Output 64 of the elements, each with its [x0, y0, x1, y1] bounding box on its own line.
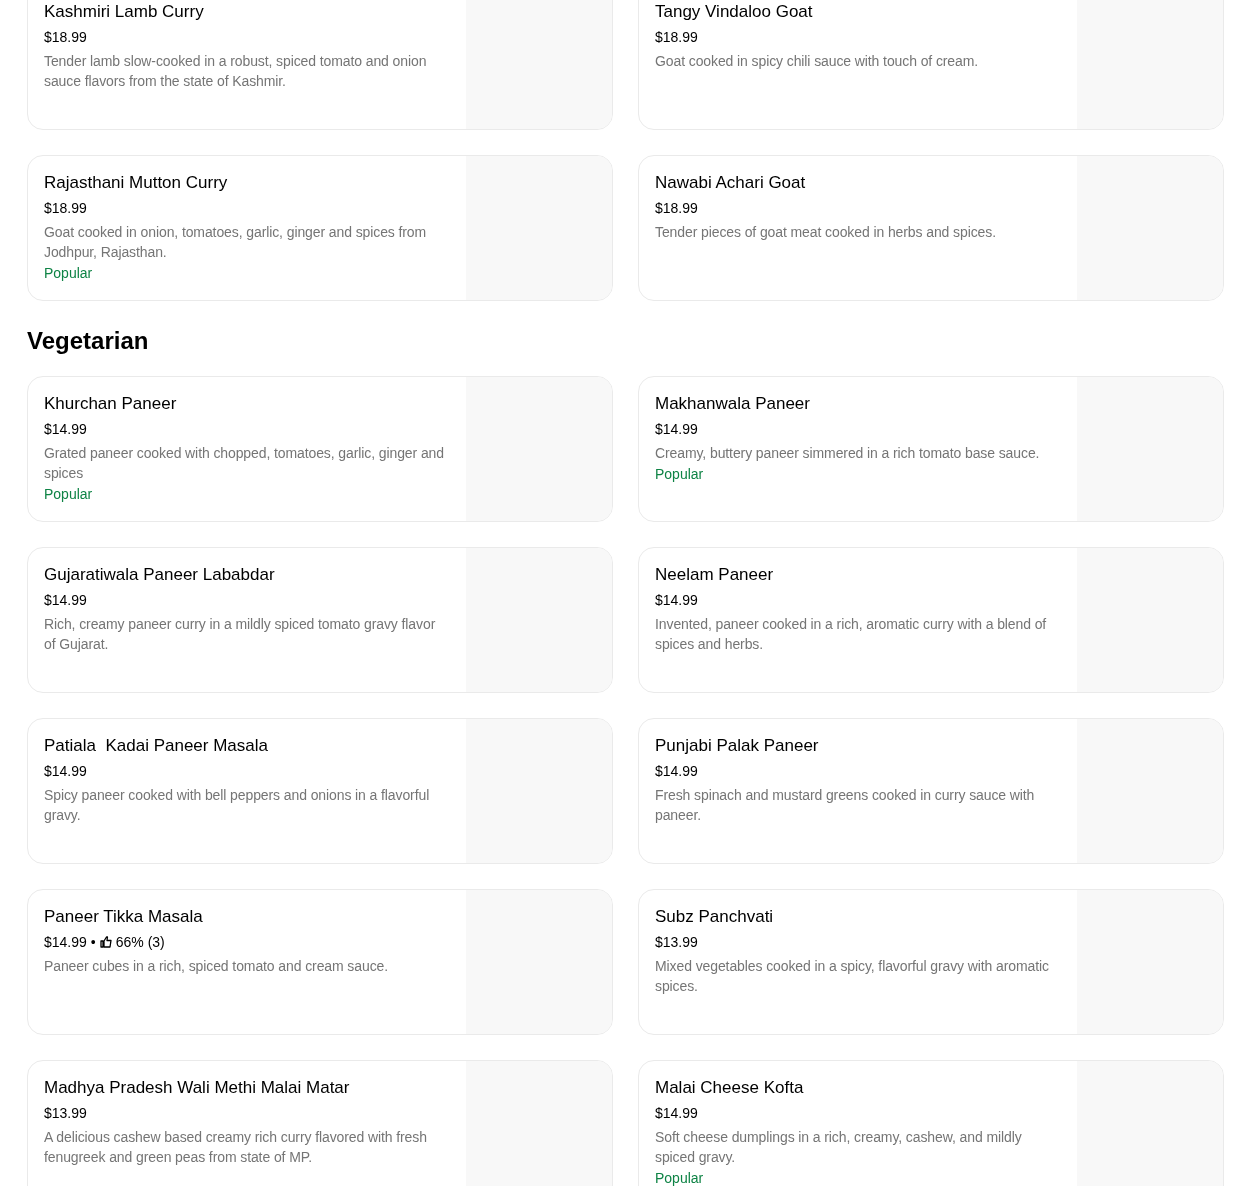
item-name: Subz Panchvati: [655, 906, 775, 928]
item-name: Tangy Vindaloo Goat: [655, 1, 814, 23]
menu-item-card[interactable]: Neelam Paneer $14.99 Invented, paneer cooked in a rich, aromatic curry with a blend of spices and herbs.: [638, 547, 1224, 693]
popular-label: Popular: [655, 465, 705, 484]
popular-label: Popular: [44, 485, 94, 504]
item-name: Patiala Kadai Paneer Masala: [44, 735, 269, 757]
item-name: Kashmiri Lamb Curry: [44, 1, 205, 23]
menu-item-card[interactable]: Subz Panchvati $13.99 Mixed vegetables cooked in a spicy, flavorful gravy with aromatic spices.: [638, 889, 1224, 1035]
menu-item-card[interactable]: Madhya Pradesh Wali Methi Malai Matar $13.99 A delicious cashew based creamy rich curry flavored with fresh fenugreek and green peas from state of MP.: [27, 1060, 613, 1186]
item-description: Rich, creamy paneer curry in a mildly spiced tomato gravy flavor of Gujarat.: [44, 615, 437, 654]
item-price: $14.99: [655, 1104, 698, 1123]
item-name: Paneer Tikka Masala: [44, 906, 204, 928]
menu-item-card[interactable]: Gujaratiwala Paneer Lababdar $14.99 Rich, creamy paneer curry in a mildly spiced tomato gravy flavor of Gujarat.: [27, 547, 613, 693]
item-price: $18.99: [44, 199, 87, 218]
item-description: Paneer cubes in a rich, spiced tomato and cream sauce.: [44, 957, 389, 976]
item-price: $14.99: [44, 933, 87, 952]
menu-item-card[interactable]: Kashmiri Lamb Curry $18.99 Tender lamb slow-cooked in a robust, spiced tomato and onion sauce flavors from the state of Kashmir.: [27, 0, 613, 130]
item-name: Khurchan Paneer: [44, 393, 178, 415]
item-name: Punjabi Palak Paneer: [655, 735, 820, 757]
item-description: A delicious cashew based creamy rich curry flavored with fresh fenugreek and green peas from state of MP.: [44, 1128, 428, 1167]
item-description: Creamy, buttery paneer simmered in a rich tomato base sauce.: [655, 444, 1041, 463]
menu-item-card[interactable]: Tangy Vindaloo Goat $18.99 Goat cooked in spicy chili sauce with touch of cream.: [638, 0, 1224, 130]
item-description: Spicy paneer cooked with bell peppers and onions in a flavorful gravy.: [44, 786, 431, 825]
menu-item-card[interactable]: Malai Cheese Kofta $14.99 Soft cheese dumplings in a rich, creamy, cashew, and mildly spiced gravy. Popular: [638, 1060, 1224, 1186]
item-name: Makhanwala Paneer: [655, 393, 811, 415]
item-description: Fresh spinach and mustard greens cooked in curry sauce with paneer.: [655, 786, 1036, 825]
item-description: Goat cooked in spicy chili sauce with touch of cream.: [655, 52, 980, 71]
item-description: Tender lamb slow-cooked in a robust, spiced tomato and onion sauce flavors from the state of Kashmir.: [44, 52, 428, 91]
item-price: $18.99: [44, 28, 87, 47]
menu-item-card[interactable]: Paneer Tikka Masala $14.99 • 66% (3) Paneer cubes in a rich, spiced tomato and cream sauce.: [27, 889, 613, 1035]
popular-label: Popular: [44, 264, 94, 283]
menu-item-card[interactable]: Patiala Kadai Paneer Masala $14.99 Spicy paneer cooked with bell peppers and onions in a flavorful gravy.: [27, 718, 613, 864]
separator-dot: •: [90, 933, 96, 952]
item-description: Invented, paneer cooked in a rich, aromatic curry with a blend of spices and herbs.: [655, 615, 1048, 654]
item-price: $14.99: [655, 420, 698, 439]
item-price: $14.99: [44, 762, 87, 781]
rating-text: 66% (3): [115, 933, 165, 952]
item-description: Goat cooked in onion, tomatoes, garlic, ginger and spices from Jodhpur, Rajasthan.: [44, 223, 428, 262]
item-name: Madhya Pradesh Wali Methi Malai Matar: [44, 1077, 351, 1099]
item-price: $14.99: [655, 762, 698, 781]
menu-item-card[interactable]: Makhanwala Paneer $14.99 Creamy, buttery paneer simmered in a rich tomato base sauce. Popular: [638, 376, 1224, 522]
menu-item-card[interactable]: Khurchan Paneer $14.99 Grated paneer cooked with chopped, tomatoes, garlic, ginger and spices Popular: [27, 376, 613, 522]
menu-item-card[interactable]: Rajasthani Mutton Curry $18.99 Goat cooked in onion, tomatoes, garlic, ginger and spices from Jodhpur, Rajasthan. Popular: [27, 155, 613, 301]
item-name: Malai Cheese Kofta: [655, 1077, 805, 1099]
item-name: Rajasthani Mutton Curry: [44, 172, 229, 194]
item-price: $13.99: [44, 1104, 87, 1123]
item-price: $13.99: [655, 933, 698, 952]
menu-item-card[interactable]: Nawabi Achari Goat $18.99 Tender pieces of goat meat cooked in herbs and spices.: [638, 155, 1224, 301]
thumbs-up-icon: [99, 936, 112, 948]
item-description: Soft cheese dumplings in a rich, creamy, cashew, and mildly spiced gravy.: [655, 1128, 1023, 1167]
item-price: $14.99: [44, 420, 87, 439]
popular-label: Popular: [655, 1169, 705, 1186]
item-name: Nawabi Achari Goat: [655, 172, 807, 194]
item-price: $14.99: [655, 591, 698, 610]
item-description: Grated paneer cooked with chopped, tomatoes, garlic, ginger and spices: [44, 444, 445, 483]
item-price: $18.99: [655, 199, 698, 218]
item-name: Neelam Paneer: [655, 564, 775, 586]
menu-item-card[interactable]: Punjabi Palak Paneer $14.99 Fresh spinach and mustard greens cooked in curry sauce with paneer.: [638, 718, 1224, 864]
item-price: $18.99: [655, 28, 698, 47]
item-price: $14.99: [44, 591, 87, 610]
item-description: Mixed vegetables cooked in a spicy, flavorful gravy with aromatic spices.: [655, 957, 1050, 996]
section-heading: Vegetarian: [27, 326, 150, 356]
item-description: Tender pieces of goat meat cooked in herbs and spices.: [655, 223, 997, 242]
item-name: Gujaratiwala Paneer Lababdar: [44, 564, 276, 586]
